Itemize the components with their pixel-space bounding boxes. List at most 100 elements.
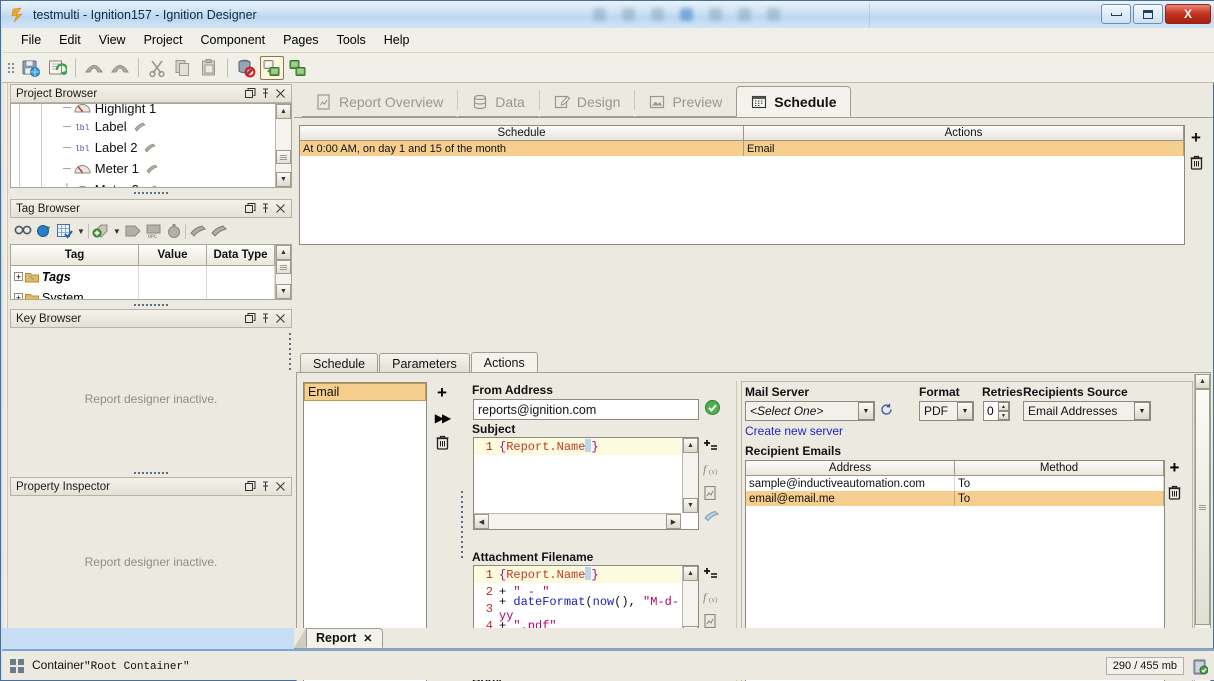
expand-icon[interactable]: + — [14, 293, 23, 300]
table-row[interactable]: At 0:00 AM, on day 1 and 15 of the month… — [300, 141, 1184, 156]
new-tag-icon[interactable] — [92, 223, 110, 239]
scroll-track[interactable] — [276, 274, 291, 284]
scroll-up-arrow[interactable]: ▲ — [276, 245, 291, 260]
splitter-handle[interactable] — [10, 469, 292, 477]
add-schedule-button[interactable]: + — [1191, 129, 1201, 146]
close-icon[interactable] — [273, 201, 288, 216]
action-config-tab-strip[interactable]: Schedule Parameters Actions — [296, 351, 1211, 373]
window-controls[interactable]: X — [1101, 4, 1211, 24]
project-browser-tree[interactable]: ─ Highlight 1 ─ lbl Label — [10, 103, 292, 188]
menu-bar[interactable]: File Edit View Project Component Pages T… — [2, 28, 1214, 53]
scroll-track[interactable] — [683, 581, 698, 626]
dropdown-caret-2-icon[interactable]: ▼ — [113, 227, 121, 236]
chevron-down-icon[interactable]: ▼ — [1134, 402, 1150, 420]
add-recipient-button[interactable]: + — [1170, 459, 1180, 476]
schedule-table[interactable]: Schedule Actions At 0:00 AM, on day 1 an… — [299, 125, 1185, 245]
tab-schedule[interactable]: Schedule — [736, 86, 851, 117]
toolbar-grip[interactable] — [8, 59, 14, 77]
tab-report-overview[interactable]: Report Overview — [302, 87, 457, 117]
scroll-up-arrow[interactable]: ▲ — [276, 104, 291, 119]
close-icon[interactable] — [273, 86, 288, 101]
scroll-down-arrow[interactable]: ▼ — [276, 172, 291, 187]
expression-icon[interactable] — [704, 614, 718, 628]
chevron-down-icon[interactable]: ▼ — [957, 402, 973, 420]
table-row[interactable]: + System — [11, 287, 275, 300]
scroll-left-arrow[interactable]: ◀ — [474, 514, 489, 529]
expression-icon[interactable] — [704, 486, 718, 500]
close-icon[interactable] — [273, 479, 288, 494]
splitter-handle[interactable] — [10, 189, 292, 197]
scroll-down-arrow[interactable]: ▼ — [683, 498, 698, 513]
copy-icon[interactable] — [171, 56, 195, 80]
menu-edit[interactable]: Edit — [50, 30, 90, 50]
chevron-down-icon[interactable]: ▼ — [858, 402, 874, 420]
float-icon[interactable] — [243, 86, 258, 101]
refresh-tags-icon[interactable] — [35, 223, 53, 239]
tag-editor-icon[interactable] — [56, 223, 74, 239]
dock-splitter-dots[interactable] — [288, 333, 291, 370]
scroll-down-arrow[interactable]: ▼ — [276, 284, 291, 299]
add-action-button[interactable]: + — [437, 384, 447, 401]
run-action-button[interactable]: ▶▶ — [435, 412, 449, 424]
maximize-button[interactable] — [1133, 4, 1163, 24]
find-tags-icon[interactable] — [14, 223, 32, 239]
save-icon[interactable] — [19, 56, 43, 80]
scroll-up-arrow[interactable]: ▲ — [1195, 374, 1210, 389]
close-button[interactable]: X — [1165, 4, 1211, 24]
close-icon[interactable] — [273, 311, 288, 326]
cut-icon[interactable] — [145, 56, 169, 80]
tag-icon[interactable] — [124, 223, 142, 239]
scroll-thumb[interactable] — [1195, 389, 1210, 625]
tab-parameters[interactable]: Parameters — [379, 353, 470, 373]
scroll-thumb[interactable] — [276, 150, 291, 164]
list-item[interactable]: └ Meter 2 — [61, 179, 273, 188]
tag-browser-table[interactable]: Tag Value Data Type + Tags — [10, 244, 292, 300]
close-tab-icon[interactable]: ✕ — [363, 632, 372, 645]
delete-action-button[interactable] — [436, 435, 449, 450]
scroll-right-arrow[interactable]: ▶ — [666, 514, 681, 529]
float-icon[interactable] — [243, 479, 258, 494]
scroll-up-arrow[interactable]: ▲ — [683, 566, 698, 581]
menu-project[interactable]: Project — [135, 30, 192, 50]
publish-icon[interactable] — [45, 56, 69, 80]
menu-help[interactable]: Help — [375, 30, 419, 50]
pin-icon[interactable] — [258, 201, 273, 216]
tab-actions[interactable]: Actions — [471, 352, 538, 373]
menu-component[interactable]: Component — [191, 30, 274, 50]
tab-design[interactable]: Design — [540, 87, 635, 117]
splitter-handle[interactable] — [10, 301, 292, 309]
pin-icon[interactable] — [258, 311, 273, 326]
timer-icon[interactable] — [166, 223, 182, 239]
tab-report-document[interactable]: Report ✕ — [306, 628, 383, 648]
subject-vscrollbar[interactable]: ▲ ▼ — [682, 438, 698, 513]
paste-icon[interactable] — [197, 56, 221, 80]
scroll-up-arrow[interactable]: ▲ — [683, 438, 698, 453]
stepper-down[interactable]: ▼ — [998, 411, 1009, 420]
comm-read-only-icon[interactable] — [260, 56, 284, 80]
scroll-track-lower[interactable] — [276, 164, 291, 172]
stepper-up[interactable]: ▲ — [998, 402, 1009, 411]
function-icon[interactable]: f(x) — [703, 462, 719, 476]
list-item[interactable]: ─ lbl Label — [61, 116, 273, 137]
list-item[interactable]: ─ Meter 1 — [61, 158, 273, 179]
subject-editor[interactable]: 1 {Report.Name} ▲ ▼ ◀ ▶ — [473, 437, 699, 530]
tag-browser-scrollbar[interactable]: ▲ ▼ — [275, 245, 291, 299]
delete-recipient-button[interactable] — [1168, 485, 1181, 500]
database-disabled-icon[interactable] — [234, 56, 258, 80]
minimize-button[interactable] — [1101, 4, 1131, 24]
menu-view[interactable]: View — [90, 30, 135, 50]
menu-pages[interactable]: Pages — [274, 30, 327, 50]
scroll-thumb[interactable] — [276, 260, 291, 274]
insert-property-icon[interactable] — [704, 439, 718, 452]
import-tags-icon[interactable] — [189, 223, 207, 239]
dropdown-caret-1-icon[interactable]: ▼ — [77, 227, 85, 236]
refresh-icon[interactable] — [880, 403, 893, 416]
tag-reference-icon[interactable] — [704, 510, 719, 523]
tab-schedule-inner[interactable]: Schedule — [300, 353, 378, 373]
table-row[interactable]: + Tags — [11, 266, 275, 287]
function-icon[interactable]: f(x) — [703, 590, 719, 604]
tab-preview[interactable]: Preview — [635, 87, 736, 117]
list-item[interactable]: ─ Highlight 1 — [61, 103, 273, 116]
panel-splitter-dots[interactable] — [460, 491, 463, 558]
insert-property-icon[interactable] — [704, 567, 718, 580]
